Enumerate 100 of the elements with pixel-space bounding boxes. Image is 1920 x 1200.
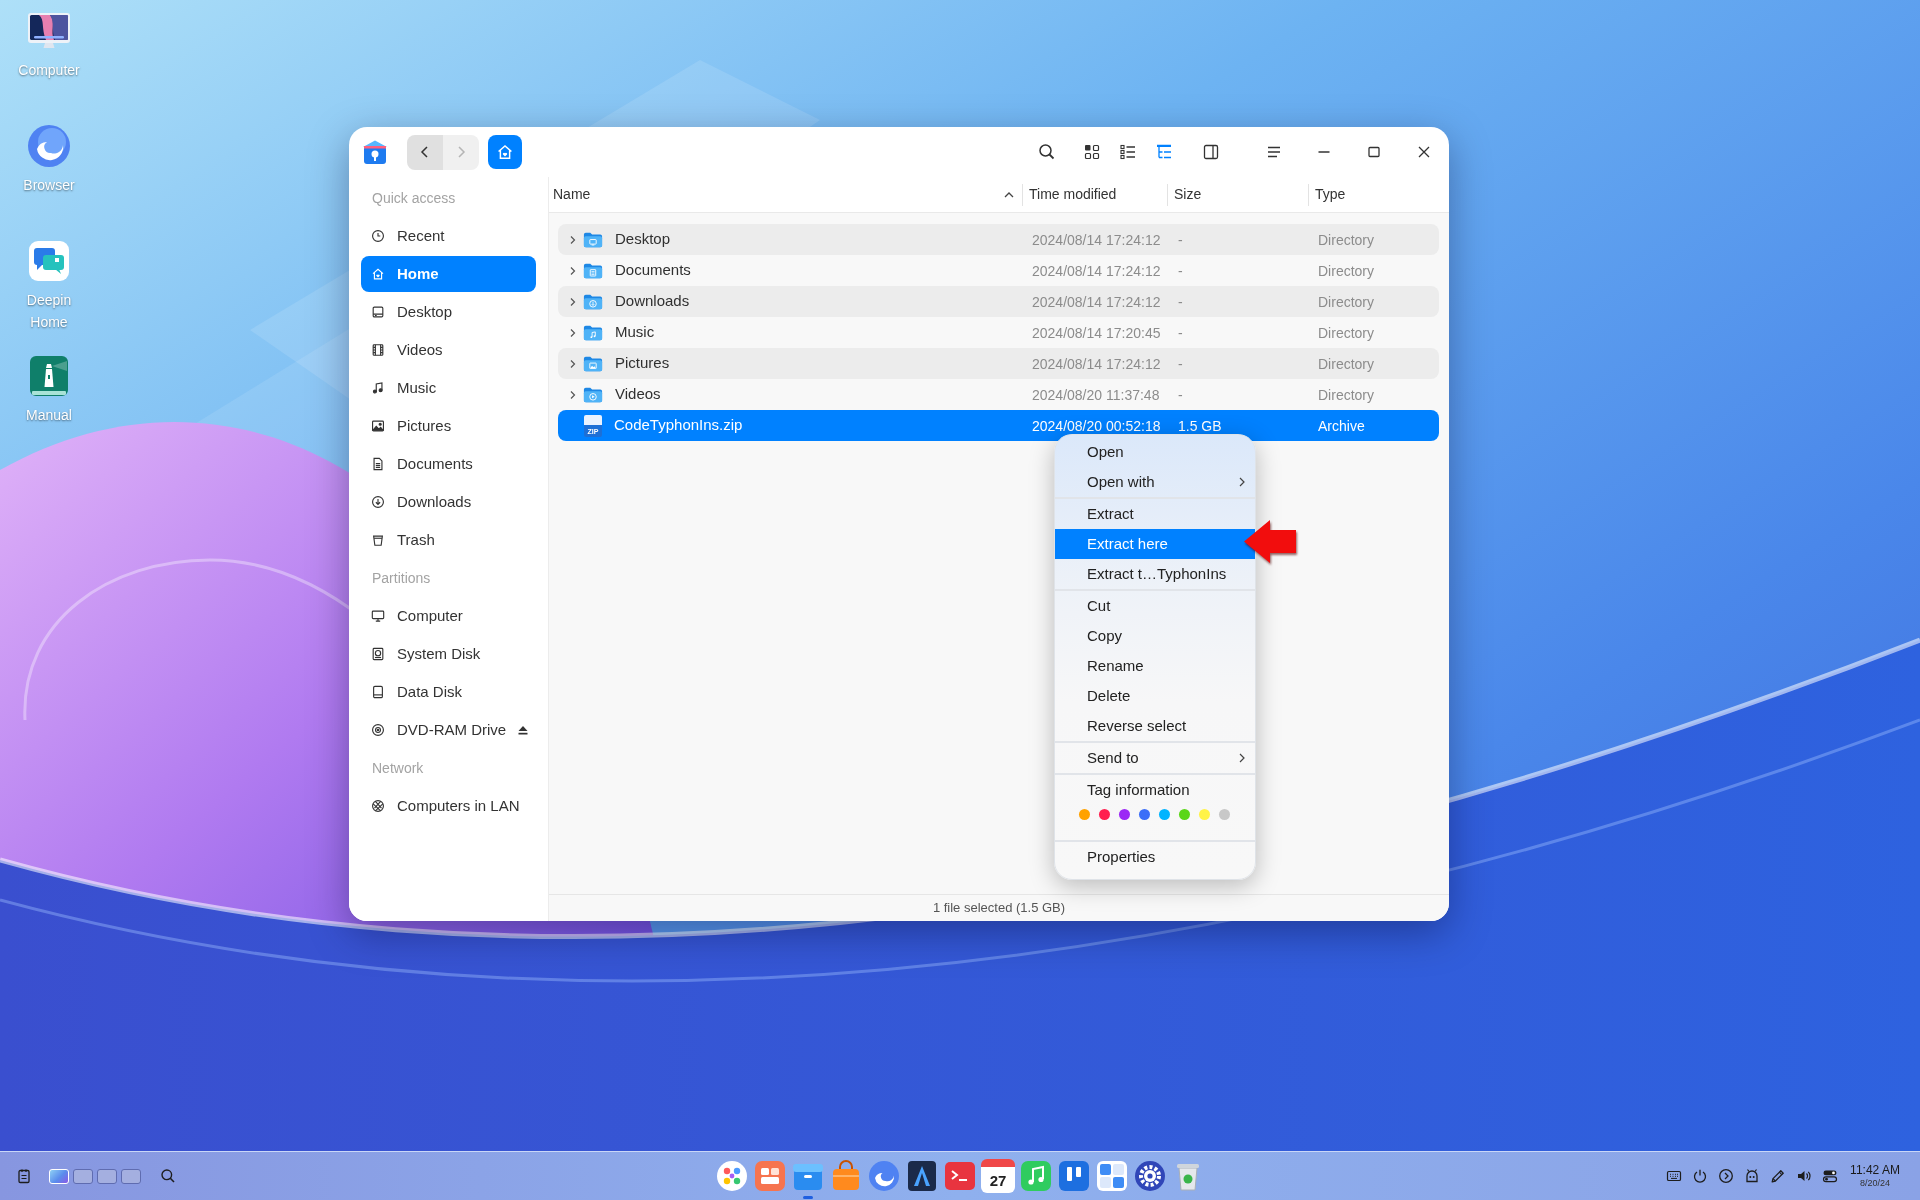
menu-item[interactable]: Cut bbox=[1055, 591, 1255, 621]
sidebar-item[interactable]: Desktop bbox=[361, 294, 536, 330]
sidebar-panel-icon[interactable] bbox=[1201, 142, 1221, 162]
menu-item[interactable]: Open with bbox=[1055, 467, 1255, 497]
sidebar-item[interactable]: Computers in LAN bbox=[361, 788, 536, 824]
calendar-icon[interactable]: 27 bbox=[981, 1159, 1015, 1193]
file-row[interactable]: Documents 2024/08/14 17:24:12 - Directory bbox=[558, 255, 1439, 286]
file-row[interactable]: Music 2024/08/14 17:20:45 - Directory bbox=[558, 317, 1439, 348]
grid-view-icon[interactable] bbox=[1082, 142, 1102, 162]
sidebar-item[interactable]: DVD-RAM Drive bbox=[361, 712, 536, 748]
menu-item[interactable]: Delete bbox=[1055, 681, 1255, 711]
search-icon[interactable] bbox=[160, 1168, 176, 1184]
sidebar-item[interactable]: Pictures bbox=[361, 408, 536, 444]
file-size: - bbox=[1178, 386, 1183, 403]
screen-icon bbox=[371, 305, 385, 319]
sidebar-heading: Network bbox=[372, 758, 424, 778]
power-icon[interactable] bbox=[1692, 1168, 1708, 1184]
menu-item[interactable]: Reverse select bbox=[1055, 711, 1255, 741]
sidebar-item[interactable]: Computer bbox=[361, 598, 536, 634]
file-size: - bbox=[1178, 324, 1183, 341]
swirl-icon[interactable] bbox=[867, 1159, 901, 1193]
modified-time: 2024/08/20 11:37:48 bbox=[1032, 386, 1160, 403]
home-icon bbox=[371, 267, 385, 281]
workspace-thumbnail[interactable] bbox=[97, 1168, 117, 1184]
pointer-arrow bbox=[1242, 518, 1298, 565]
file-row[interactable]: Videos 2024/08/20 11:37:48 - Directory bbox=[558, 379, 1439, 410]
file-size: - bbox=[1178, 355, 1183, 372]
pen-icon[interactable] bbox=[1770, 1168, 1786, 1184]
file-name: Downloads bbox=[615, 291, 690, 312]
home-icon[interactable] bbox=[496, 143, 514, 161]
sidebar-item[interactable]: Downloads bbox=[361, 484, 536, 520]
robot-head-icon[interactable] bbox=[1744, 1168, 1760, 1184]
file-name: Videos bbox=[615, 384, 661, 405]
sidebar-item[interactable]: Music bbox=[361, 370, 536, 406]
clock-date: 8/20/24 bbox=[1860, 1178, 1890, 1189]
sidebar-item[interactable]: Recent bbox=[361, 218, 536, 254]
home-location-button[interactable] bbox=[488, 135, 522, 169]
file-row[interactable]: Desktop 2024/08/14 17:24:12 - Directory bbox=[558, 224, 1439, 255]
grid-icon[interactable] bbox=[1095, 1159, 1129, 1193]
back-button[interactable] bbox=[407, 134, 443, 170]
eject-icon[interactable] bbox=[518, 725, 529, 735]
file-type: Directory bbox=[1318, 262, 1374, 279]
file-type: Directory bbox=[1318, 293, 1374, 310]
file-row[interactable]: Downloads 2024/08/14 17:24:12 - Directory bbox=[558, 286, 1439, 317]
file-size: - bbox=[1178, 262, 1183, 279]
desktop-icon-label: Deepin Home bbox=[25, 291, 73, 332]
folder-icon bbox=[583, 261, 603, 280]
disc-icon bbox=[371, 723, 385, 737]
menu-item[interactable]: Copy bbox=[1055, 621, 1255, 651]
terminal-icon[interactable] bbox=[943, 1159, 977, 1193]
modified-time: 2024/08/20 00:52:18 bbox=[1032, 417, 1161, 434]
column-header[interactable]: Size bbox=[1174, 183, 1202, 206]
sidebar-item[interactable]: System Disk bbox=[361, 636, 536, 672]
file-name: CodeTyphonIns.zip bbox=[614, 415, 743, 436]
sidebar-item[interactable]: Videos bbox=[361, 332, 536, 368]
menu-section-label: Tag information bbox=[1087, 779, 1190, 800]
file-type: Directory bbox=[1318, 324, 1374, 341]
sidebar-item[interactable]: Documents bbox=[361, 446, 536, 482]
sidebar-heading: Quick access bbox=[372, 188, 456, 208]
search-icon[interactable] bbox=[1037, 142, 1057, 162]
swirl-icon[interactable] bbox=[25, 122, 73, 170]
file-size: - bbox=[1178, 293, 1183, 310]
notepad-icon[interactable] bbox=[16, 1168, 32, 1184]
toggle-switches-icon[interactable] bbox=[1822, 1168, 1838, 1184]
sidebar-item[interactable]: Trash bbox=[361, 522, 536, 558]
menu-item[interactable]: Extract t…TyphonIns bbox=[1055, 559, 1255, 589]
file-name: Music bbox=[615, 322, 655, 343]
workspace-thumbnail[interactable] bbox=[73, 1168, 93, 1184]
sidebar-item[interactable]: Home bbox=[361, 256, 536, 292]
menu-item[interactable]: Extract here bbox=[1055, 529, 1255, 559]
column-header[interactable]: Name bbox=[553, 183, 1015, 206]
desktop-icon-label: Browser bbox=[22, 176, 76, 195]
folder-icon bbox=[583, 230, 603, 249]
menu-item[interactable]: Rename bbox=[1055, 651, 1255, 681]
file-size: - bbox=[1178, 231, 1183, 248]
modified-time: 2024/08/14 17:24:12 bbox=[1032, 293, 1161, 310]
volume-icon[interactable] bbox=[1796, 1168, 1812, 1184]
chevron-circle-icon[interactable] bbox=[1718, 1168, 1734, 1184]
list-view-icon[interactable] bbox=[1118, 142, 1138, 162]
folder-icon bbox=[583, 354, 603, 373]
menu-item[interactable]: Send to bbox=[1055, 743, 1255, 773]
status-text: 1 file selected (1.5 GB) bbox=[932, 899, 1066, 918]
bars-tile-icon[interactable] bbox=[1057, 1159, 1091, 1193]
menu-item[interactable]: Extract bbox=[1055, 499, 1255, 529]
workspace-thumbnail[interactable] bbox=[121, 1168, 141, 1184]
menu-item[interactable]: Properties bbox=[1055, 842, 1255, 872]
dots-circle-icon[interactable] bbox=[715, 1159, 749, 1193]
column-header[interactable]: Time modified bbox=[1029, 183, 1117, 206]
modified-time: 2024/08/14 17:24:12 bbox=[1032, 355, 1161, 372]
file-type: Archive bbox=[1318, 417, 1365, 434]
file-row[interactable]: Pictures 2024/08/14 17:24:12 - Directory bbox=[558, 348, 1439, 379]
keyboard-icon[interactable] bbox=[1666, 1168, 1682, 1184]
sidebar-item[interactable]: Data Disk bbox=[361, 674, 536, 710]
tiles-icon[interactable] bbox=[753, 1159, 787, 1193]
desktop-icon-label: Manual bbox=[25, 406, 73, 425]
column-header[interactable]: Type bbox=[1315, 183, 1346, 206]
settings-icon[interactable] bbox=[1133, 1159, 1167, 1193]
file-type: Directory bbox=[1318, 355, 1374, 372]
monitor-icon bbox=[371, 609, 385, 623]
trash-icon bbox=[371, 533, 385, 547]
